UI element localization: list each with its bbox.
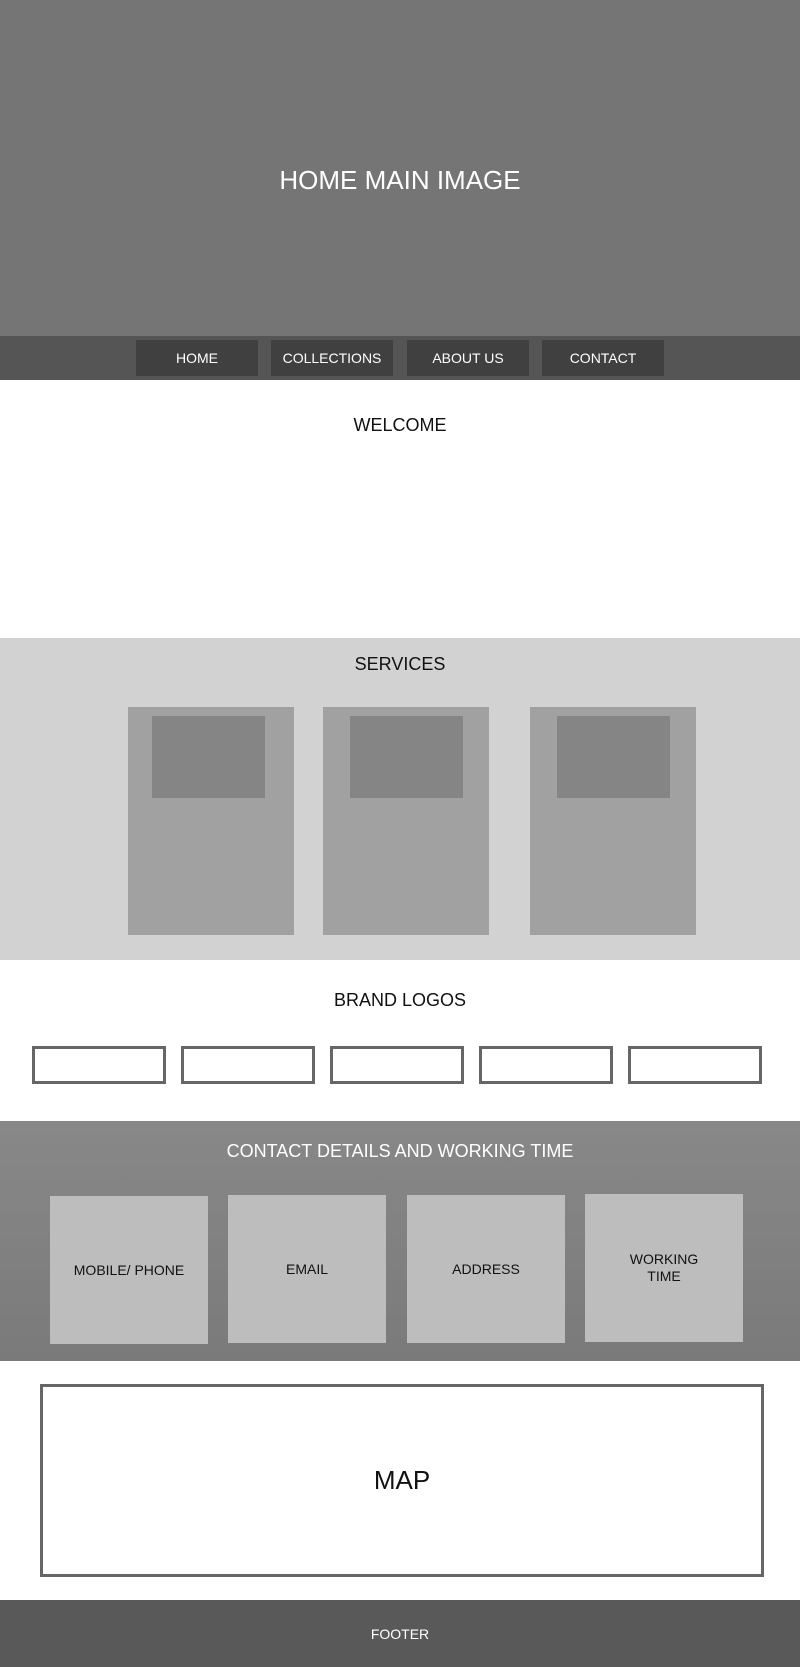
contact-card-address: ADDRESS (407, 1195, 565, 1343)
service-card[interactable] (323, 707, 489, 935)
services-title: SERVICES (354, 654, 446, 674)
nav-item-contact[interactable]: CONTACT (542, 340, 664, 376)
nav-item-about-us[interactable]: ABOUT US (407, 340, 529, 376)
brand-logo-placeholder[interactable] (479, 1046, 613, 1084)
service-card[interactable] (128, 707, 294, 935)
map-label: MAP (373, 1465, 431, 1495)
contact-card-working-time: WORKING TIME (585, 1194, 743, 1342)
contact-card-phone: MOBILE/ PHONE (50, 1196, 208, 1344)
brand-logos-title: BRAND LOGOS (333, 990, 467, 1010)
main-nav: HOME COLLECTIONS ABOUT US CONTACT (0, 336, 800, 380)
contact-section: CONTACT DETAILS AND WORKING TIME MOBILE/… (0, 1121, 800, 1361)
footer-label: FOOTER (370, 1625, 430, 1642)
nav-item-collections[interactable]: COLLECTIONS (271, 340, 393, 376)
hero-title: HOME MAIN IMAGE (279, 165, 521, 195)
brand-logo-placeholder[interactable] (330, 1046, 464, 1084)
service-card[interactable] (530, 707, 696, 935)
brand-logo-placeholder[interactable] (181, 1046, 315, 1084)
contact-title: CONTACT DETAILS AND WORKING TIME (226, 1141, 574, 1161)
service-image-placeholder (350, 716, 463, 798)
welcome-title: WELCOME (353, 415, 447, 435)
hero-image: HOME MAIN IMAGE (0, 0, 800, 336)
contact-card-label: ADDRESS (452, 1260, 520, 1277)
brand-logo-placeholder[interactable] (628, 1046, 762, 1084)
services-section: SERVICES (0, 638, 800, 960)
contact-card-label: WORKING TIME (629, 1251, 699, 1284)
footer: FOOTER (0, 1600, 800, 1667)
contact-card-email: EMAIL (228, 1195, 386, 1343)
service-image-placeholder (557, 716, 670, 798)
brand-logo-placeholder[interactable] (32, 1046, 166, 1084)
service-image-placeholder (152, 716, 265, 798)
contact-card-label: MOBILE/ PHONE (73, 1261, 185, 1278)
map-placeholder[interactable]: MAP (40, 1384, 764, 1577)
nav-item-home[interactable]: HOME (136, 340, 258, 376)
contact-card-label: EMAIL (285, 1260, 328, 1277)
